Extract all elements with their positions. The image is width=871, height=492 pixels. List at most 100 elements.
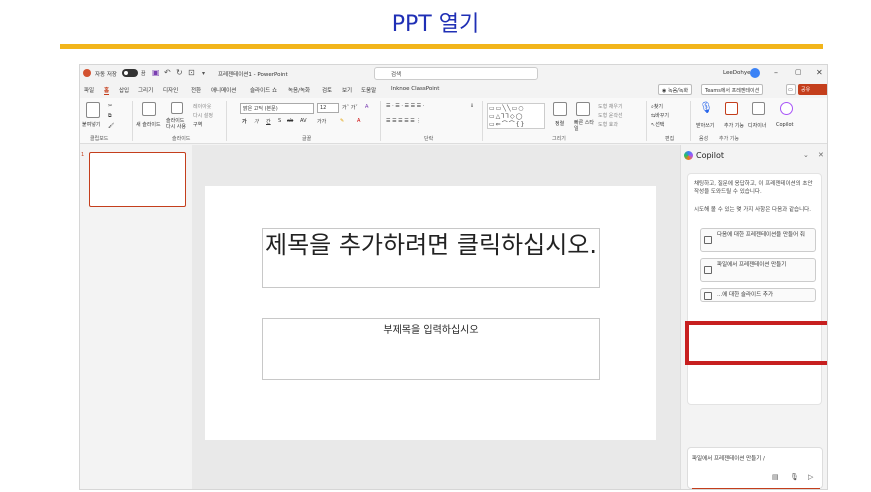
new-slide-button[interactable]: 새 슬라이드: [136, 121, 161, 128]
save-icon[interactable]: ▣: [152, 68, 160, 77]
record-button[interactable]: ◉ 녹음/녹화: [658, 84, 693, 95]
shape-effects-button[interactable]: 도형 효과: [598, 121, 618, 128]
highlight-color-icon[interactable]: ✎: [340, 118, 344, 124]
tab-view[interactable]: 보기: [342, 86, 352, 94]
slide-thumbnail[interactable]: [89, 152, 186, 207]
suggestion-from-file[interactable]: 파일에서 프레젠테이션 만들기: [700, 258, 816, 282]
prompt-guide-icon[interactable]: ▤: [772, 473, 779, 481]
group-slides: 슬라이드: [172, 136, 191, 142]
search-input[interactable]: 검색: [374, 67, 538, 80]
autosave-label: 자동 저장: [95, 72, 117, 78]
cut-icon[interactable]: ✂: [108, 103, 112, 109]
chevron-down-icon[interactable]: ⌄: [803, 151, 809, 159]
tab-file[interactable]: 파일: [84, 86, 94, 94]
user-name[interactable]: LeeDohye: [723, 70, 750, 76]
tab-review[interactable]: 검토: [322, 86, 332, 94]
send-icon[interactable]: ▷: [808, 473, 813, 481]
underline-icon[interactable]: 간: [266, 118, 271, 125]
font-color-icon[interactable]: A: [357, 118, 360, 124]
text-direction-icon[interactable]: ⇓: [470, 103, 474, 109]
microphone-icon[interactable]: 🎙: [699, 101, 713, 114]
reuse-slide-icon[interactable]: [171, 102, 183, 114]
minimize-icon[interactable]: –: [774, 68, 778, 77]
font-size-select[interactable]: 12: [317, 103, 339, 113]
suggestion-create-presentation[interactable]: 다음에 대한 프레젠테이션을 만들어 줘: [700, 228, 816, 252]
clear-format-icon[interactable]: A̶: [365, 104, 368, 110]
layout-button[interactable]: 레이아웃: [193, 103, 211, 110]
designer-button[interactable]: 디자이너: [748, 122, 766, 129]
designer-icon[interactable]: [752, 102, 765, 115]
dictate-button[interactable]: 받아쓰기: [696, 122, 714, 129]
avatar[interactable]: [750, 68, 760, 78]
section-button[interactable]: 구역: [193, 121, 202, 128]
close-icon[interactable]: ✕: [816, 68, 823, 77]
quick-styles-button[interactable]: 빠른 스타일: [574, 120, 594, 132]
tab-classpoint[interactable]: Inknoe ClassPoint: [391, 86, 439, 92]
copy-icon[interactable]: ⧉: [108, 113, 112, 119]
paste-icon[interactable]: [86, 102, 100, 118]
slide-editor: 제목을 추가하려면 클릭하십시오. 부제목을 입력하십시오: [192, 145, 680, 489]
align-icon[interactable]: ☰ ☰ ☰ ☰ ☰ ⋮: [386, 118, 421, 124]
group-voice: 음성: [699, 136, 709, 142]
copilot-button[interactable]: Copilot: [776, 122, 794, 128]
tab-draw[interactable]: 그리기: [138, 86, 153, 94]
select-button[interactable]: ↖선택: [651, 121, 664, 128]
ribbon-tabs: 파일 홈 삽입 그리기 디자인 전환 애니메이션 슬라이드 쇼 녹음/녹화 검토…: [80, 83, 827, 97]
find-button[interactable]: ⌕찾기: [651, 103, 663, 110]
copilot-input-text[interactable]: 파일에서 프레젠테이션 만들기 /: [692, 454, 765, 462]
replace-button[interactable]: ⇆바꾸기: [651, 112, 669, 119]
redo-icon[interactable]: ↻: [176, 68, 183, 77]
new-slide-icon[interactable]: [142, 102, 156, 116]
copilot-input[interactable]: 파일에서 프레젠테이션 만들기 / ▤ 🎙 ▷: [687, 447, 823, 489]
arrange-button[interactable]: 정렬: [555, 120, 564, 127]
comments-icon[interactable]: ▭: [786, 84, 796, 95]
addins-button[interactable]: 추가 기능: [724, 122, 744, 129]
present-icon[interactable]: ⊡: [188, 68, 195, 77]
shapes-gallery[interactable]: ▭▭╲╲▭○ ▭△⅂⅂◇◯ ▭⇐⌒⌒{}: [487, 103, 545, 129]
microphone-icon[interactable]: 🎙: [790, 473, 799, 481]
suggestion-label: ...에 대한 슬라이드 추가: [717, 292, 774, 298]
copilot-ribbon-icon[interactable]: [780, 102, 793, 115]
paste-button[interactable]: 붙여넣기: [82, 121, 100, 128]
slide-canvas[interactable]: 제목을 추가하려면 클릭하십시오. 부제목을 입력하십시오: [205, 186, 656, 440]
strike-icon[interactable]: ab: [287, 118, 293, 124]
font-name-select[interactable]: 맑은 고딕 (본문): [240, 103, 314, 114]
group-font: 글꼴: [302, 136, 312, 142]
shadow-icon[interactable]: S: [278, 118, 281, 124]
record-button-label: 녹음/녹화: [667, 88, 689, 94]
close-pane-icon[interactable]: ✕: [818, 151, 824, 159]
heading-rule: [60, 44, 823, 49]
case-icon[interactable]: 가가: [317, 118, 326, 125]
format-painter-icon[interactable]: 🖌: [108, 123, 114, 129]
quick-styles-icon[interactable]: [576, 102, 590, 116]
title-placeholder[interactable]: 제목을 추가하려면 클릭하십시오.: [262, 228, 600, 288]
spacing-icon[interactable]: AV: [300, 118, 307, 124]
restore-icon[interactable]: ▢: [795, 68, 802, 76]
copilot-pane: Copilot ⌄ ✕ 채팅하고, 질문에 응답하고, 이 프레젠테이션의 초안…: [680, 145, 827, 489]
customize-icon[interactable]: ▾: [202, 70, 205, 77]
shape-outline-button[interactable]: 도형 윤곽선: [598, 112, 623, 119]
tab-insert[interactable]: 삽입: [119, 86, 129, 94]
tab-slideshow[interactable]: 슬라이드 쇼: [250, 86, 277, 94]
shape-fill-button[interactable]: 도형 채우기: [598, 103, 623, 110]
bullets-icon[interactable]: ☰ · ☰ · ☰ ☰ ☰ ·: [386, 103, 424, 109]
tab-animations[interactable]: 애니메이션: [211, 86, 236, 94]
grow-font-icon[interactable]: 가ˆ 가ˇ: [342, 104, 358, 111]
tab-design[interactable]: 디자인: [163, 86, 178, 94]
share-button[interactable]: 공유: [798, 84, 827, 95]
arrange-icon[interactable]: [553, 102, 567, 116]
teams-present-button[interactable]: Teams에서 프레젠테이션: [701, 84, 764, 95]
tab-transitions[interactable]: 전환: [191, 86, 201, 94]
suggestion-add-slide[interactable]: ...에 대한 슬라이드 추가: [700, 288, 816, 302]
bold-icon[interactable]: 가: [242, 118, 247, 125]
addins-icon[interactable]: [725, 102, 738, 115]
reset-button[interactable]: 다시 설정: [193, 112, 213, 119]
tab-help[interactable]: 도움말: [361, 86, 376, 94]
subtitle-placeholder[interactable]: 부제목을 입력하십시오: [262, 318, 600, 380]
tab-home[interactable]: 홈: [104, 86, 110, 95]
undo-icon[interactable]: ↶: [164, 68, 171, 77]
autosave-toggle[interactable]: [122, 69, 138, 77]
italic-icon[interactable]: 가: [254, 118, 259, 125]
reuse-slide-button[interactable]: 슬라이드 다시 사용: [166, 118, 188, 130]
tab-record[interactable]: 녹음/녹화: [288, 86, 310, 94]
